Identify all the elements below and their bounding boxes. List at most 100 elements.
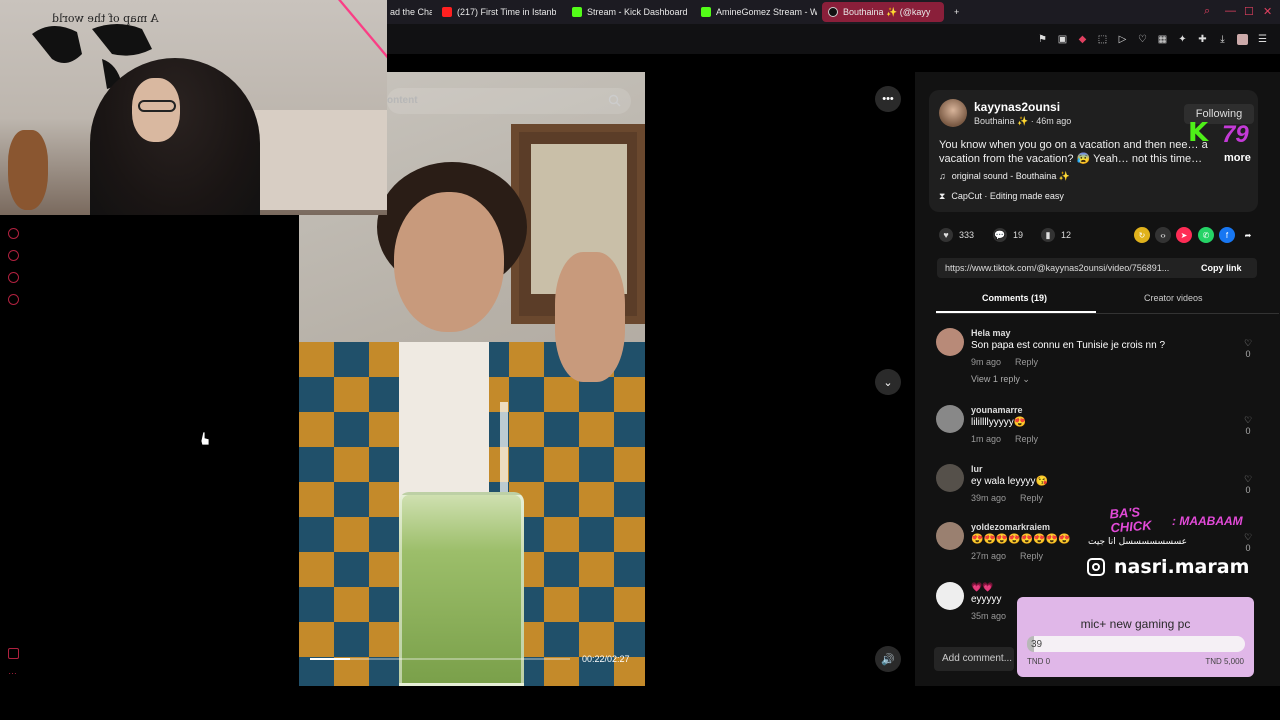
whatsapp-icon[interactable]: ✆ [1198, 227, 1214, 243]
comment-item: younamarre lilillllyyyyy😍 1m ago Reply ♡… [936, 405, 1256, 449]
extension-badge-icon[interactable]: ▦ [1157, 34, 1168, 45]
comment-avatar[interactable] [936, 405, 964, 433]
goal-current-amount: 39 [1031, 639, 1043, 650]
glasses [138, 100, 176, 112]
comment-avatar[interactable] [936, 582, 964, 610]
sound-link[interactable]: ♫ original sound - Bouthaina ✨ [939, 171, 1070, 182]
menu-icon[interactable]: ☰ [1257, 34, 1268, 45]
comment-meta: 9m ago Reply [971, 357, 1038, 367]
kick-viewer-count: 79 [1222, 121, 1249, 148]
badge-text: BA'S CHICK [1109, 504, 1153, 536]
share-icon[interactable]: ➦ [1240, 227, 1256, 243]
collapse-icon[interactable] [8, 648, 19, 659]
extension-icon[interactable]: ✦ [1177, 34, 1188, 45]
browser-tab-1[interactable]: ad the Cha [384, 2, 432, 22]
next-video-button[interactable]: ⌄ [875, 369, 901, 395]
reply-link[interactable]: Reply [1020, 493, 1043, 503]
tab-label: ad the Cha [390, 7, 432, 17]
tab-comments[interactable]: Comments (19) [982, 293, 1047, 303]
tab-label: Bouthaina ✨ (@kayy [843, 6, 931, 17]
video-matcha-cup [399, 492, 524, 686]
comment-time: 27m ago [971, 551, 1007, 561]
comment-item: Hela may Son papa est connu en Tunisie j… [936, 328, 1256, 390]
tab-creator-videos[interactable]: Creator videos [1144, 293, 1203, 303]
more-options-button[interactable]: ••• [875, 86, 901, 112]
comment-text: ey wala leyyyy😘 [971, 476, 1048, 487]
comment-username[interactable]: yoldezomarkraiem [971, 522, 1050, 532]
heart-outline-icon: ♡ [1243, 338, 1253, 348]
reply-link[interactable]: Reply [1020, 551, 1043, 561]
record-icon[interactable] [8, 228, 19, 239]
profile-avatar[interactable] [1237, 33, 1248, 45]
video-progress-bar[interactable] [310, 658, 570, 660]
video-caption: You know when you go on a vacation and t… [939, 139, 1208, 165]
reply-link[interactable]: Reply [1015, 357, 1038, 367]
comment-username[interactable]: younamarre [971, 405, 1023, 415]
browser-tab-2[interactable]: (217) First Time in Istanbu [436, 2, 556, 22]
play-icon[interactable]: ▷ [1117, 34, 1128, 45]
repost-icon[interactable]: ↻ [1134, 227, 1150, 243]
comment-like-button[interactable]: ♡ 0 [1241, 415, 1255, 443]
author-username[interactable]: kayynas2ounsi [974, 100, 1060, 114]
puzzle-icon[interactable]: ✚ [1197, 34, 1208, 45]
comment-like-count: 0 [1245, 485, 1251, 495]
download-icon[interactable]: ⤓ [1217, 34, 1228, 45]
search-icon[interactable]: ⌕ [1204, 5, 1210, 18]
comment-username[interactable]: 💗💗 [971, 582, 993, 593]
comment-count: 19 [1013, 230, 1024, 240]
browser-tab-3[interactable]: Stream - Kick Dashboard [566, 2, 690, 22]
webcam-overlay: A map of the world [0, 0, 387, 215]
author-avatar[interactable] [939, 99, 967, 127]
kick-logo: K [1188, 118, 1208, 148]
comment-avatar[interactable] [936, 522, 964, 550]
video-progress-fill [310, 658, 351, 660]
comment-like-button[interactable]: ♡ 0 [1241, 474, 1255, 502]
badge-line-2: CHICK [1109, 517, 1153, 536]
video-link[interactable]: https://www.tiktok.com/@kayynas2ounsi/vi… [945, 263, 1193, 273]
facebook-icon[interactable]: f [1219, 227, 1235, 243]
comment-avatar[interactable] [936, 464, 964, 492]
comment-button[interactable]: 💬 19 [993, 228, 1023, 242]
heart-outline-icon: ♡ [1243, 415, 1253, 425]
maximize-icon[interactable]: ☐ [1244, 5, 1254, 18]
heart-icon: ♥ [939, 228, 953, 242]
send-icon[interactable]: ➤ [1176, 227, 1192, 243]
view-replies-link[interactable]: View 1 reply ⌄ [971, 374, 1030, 385]
tab-label: (217) First Time in Istanbu [457, 7, 556, 17]
more-icon[interactable]: … [8, 667, 19, 679]
reply-link[interactable]: Reply [1015, 434, 1038, 444]
browser-tab-4[interactable]: AmineGomez Stream - W [695, 2, 817, 22]
save-button[interactable]: ▮ 12 [1041, 228, 1071, 242]
close-icon[interactable]: ✕ [1263, 5, 1272, 18]
chat-icon[interactable] [8, 272, 19, 283]
minimize-icon[interactable]: — [1225, 5, 1236, 17]
capcut-link[interactable]: ⧗ CapCut · Editing made easy [939, 191, 1064, 202]
settings-icon[interactable] [8, 294, 19, 305]
browser-tab-active[interactable]: Bouthaina ✨ (@kayy [822, 2, 944, 22]
new-tab-button[interactable]: + [948, 2, 966, 22]
like-button[interactable]: ♥ 333 [939, 228, 974, 242]
embed-icon[interactable]: ‹› [1155, 227, 1171, 243]
comment-item: lur ey wala leyyyy😘 39m ago Reply ♡ 0 [936, 464, 1256, 508]
history-icon[interactable] [8, 250, 19, 261]
comment-time: 39m ago [971, 493, 1007, 503]
copy-link-button[interactable]: Copy link [1201, 263, 1242, 273]
screenshot-icon[interactable]: ⬚ [1097, 34, 1108, 45]
kick-icon [572, 7, 582, 17]
comment-like-button[interactable]: ♡ 0 [1241, 338, 1255, 366]
collections-icon[interactable]: ▣ [1057, 34, 1068, 45]
instagram-icon [1087, 558, 1105, 576]
search-icon[interactable] [608, 94, 621, 107]
pocket-icon[interactable]: ◆ [1077, 34, 1088, 45]
heart-icon[interactable]: ♡ [1137, 34, 1148, 45]
video-time: 00:22/02:27 [582, 654, 630, 664]
volume-button[interactable]: 🔊 [875, 646, 901, 672]
comment-username[interactable]: Hela may [971, 328, 1011, 338]
comment-username[interactable]: lur [971, 464, 983, 474]
comment-text: eyyyyy [971, 594, 1002, 605]
search-input[interactable] [387, 88, 631, 114]
comment-avatar[interactable] [936, 328, 964, 356]
heart-outline-icon: ♡ [1243, 532, 1253, 542]
bookmark-icon[interactable]: ⚑ [1037, 34, 1048, 45]
more-link[interactable]: more [1224, 152, 1251, 164]
